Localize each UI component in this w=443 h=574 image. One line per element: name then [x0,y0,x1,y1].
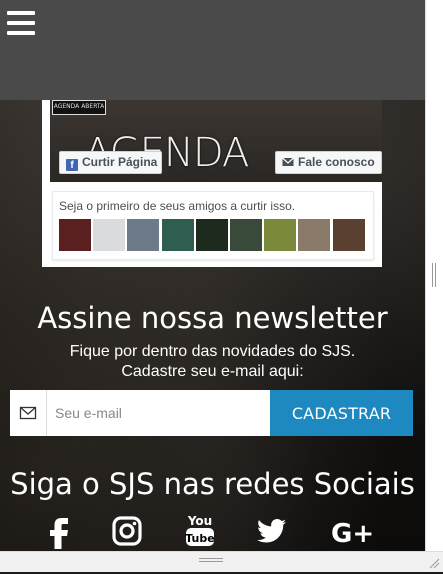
friend-avatar[interactable] [93,219,126,251]
instagram-icon[interactable] [112,512,142,550]
page-logo[interactable]: AGENDA ABERTA [52,100,106,115]
subscribe-button[interactable]: CADASTRAR [270,390,413,436]
friend-avatar[interactable] [229,219,262,251]
facebook-cover-image[interactable]: AGENDA ABERTA AGENDA ABERTA fCurtir Pági… [50,100,382,182]
friend-avatar[interactable] [332,219,365,251]
friend-avatar[interactable] [161,219,194,251]
friend-faces [59,219,367,251]
like-page-button[interactable]: f Curtir Página [59,151,162,174]
like-page-label: Curtir Página [82,155,158,169]
contact-us-button[interactable]: Fale conosco [275,151,382,174]
twitter-icon[interactable] [256,512,288,550]
newsletter-subtitle-line2: Cadastre seu e-mail aqui: [121,363,304,380]
facebook-icon[interactable] [48,512,70,550]
newsletter-subtitle: Fique por dentro das novidades do SJS. C… [0,342,425,382]
friend-avatar[interactable] [298,219,331,251]
facebook-page-plugin: AGENDA ABERTA AGENDA ABERTA fCurtir Pági… [42,100,382,267]
youtube-text-bottom: Tube [185,532,214,545]
horizontal-resize-grip[interactable] [199,558,223,562]
envelope-icon [10,390,47,436]
social-title: Siga o SJS nas redes Sociais [10,467,415,501]
youtube-icon[interactable]: You Tube [185,512,215,550]
email-input[interactable] [47,390,270,436]
friends-like-text: Seja o primeiro de seus amigos a curtir … [59,199,296,213]
social-icons: You Tube G+ [0,512,425,550]
newsletter-form: CADASTRAR [10,390,413,436]
youtube-text-top: You [187,514,212,528]
friend-avatar[interactable] [195,219,228,251]
hamburger-icon[interactable] [7,11,35,35]
envelope-icon [282,154,294,166]
friend-avatar[interactable] [59,219,91,251]
google-plus-text: G+ [331,519,374,549]
top-navbar [0,0,425,100]
google-plus-icon[interactable]: G+ [331,512,375,550]
facebook-icon: f [66,159,78,171]
friend-avatar[interactable] [127,219,160,251]
newsletter-subtitle-line1: Fique por dentro das novidades do SJS. [69,343,356,360]
friend-avatar[interactable] [264,219,297,251]
vertical-resize-grip[interactable] [432,263,436,287]
friends-like-box: Seja o primeiro de seus amigos a curtir … [52,191,374,260]
contact-us-label: Fale conosco [298,155,375,169]
newsletter-title: Assine nossa newsletter [37,301,388,335]
resize-corner-icon[interactable] [428,556,440,569]
